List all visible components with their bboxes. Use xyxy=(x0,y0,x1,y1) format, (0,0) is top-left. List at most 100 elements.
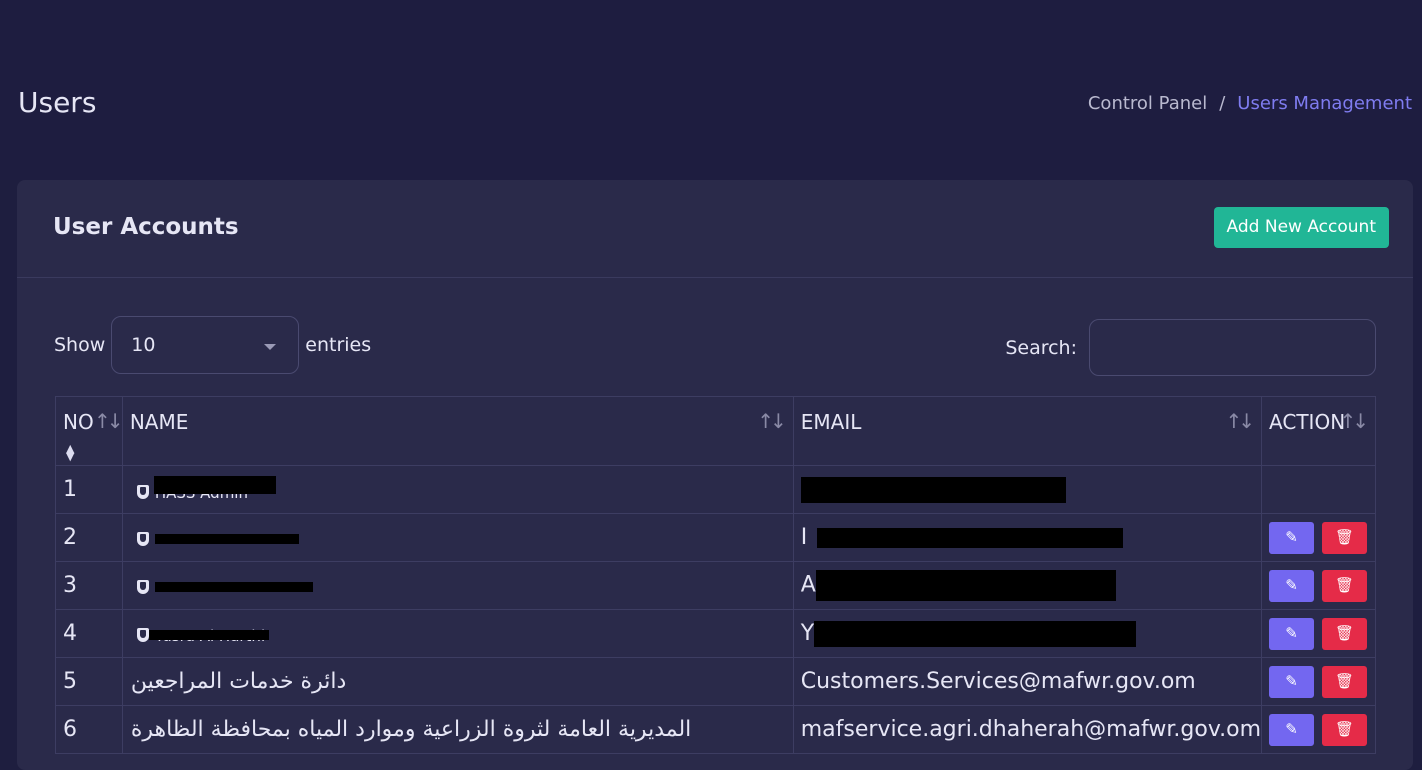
column-header-action[interactable]: ACTION ↑↓ xyxy=(1261,396,1376,466)
edit-icon: ✎ xyxy=(1285,624,1298,642)
trash-icon: 🗑 xyxy=(1335,720,1355,738)
page-title: Users xyxy=(18,86,97,119)
row-number: 3 xyxy=(55,561,123,610)
action-cell: ✎ 🗑 xyxy=(1261,657,1376,706)
table-row: 3 A ✎ 🗑 xyxy=(55,561,1376,610)
user-email-cell xyxy=(792,465,1263,514)
add-new-account-button[interactable]: Add New Account xyxy=(1213,207,1389,248)
users-table: NO ↑↓ ▲ ▼ NAME ↑↓ EMAIL ↑↓ ACTION ↑↓ 1 2… xyxy=(55,396,1376,754)
action-cell: ✎ 🗑 xyxy=(1261,513,1376,562)
entries-label: entries xyxy=(305,334,372,356)
card-title: User Accounts xyxy=(53,214,239,240)
column-header-name[interactable]: NAME ↑↓ xyxy=(121,396,794,466)
user-name-cell: دائرة خدمات المراجعين xyxy=(121,657,794,706)
edit-button[interactable]: ✎ xyxy=(1269,665,1315,698)
delete-button[interactable]: 🗑 xyxy=(1322,569,1368,602)
redaction-block xyxy=(815,570,1116,601)
sort-icon: ↑↓ xyxy=(1339,409,1368,433)
edit-icon: ✎ xyxy=(1285,528,1298,546)
user-email: Customers.Services@mafwr.gov.om xyxy=(800,669,1196,694)
row-number: 4 xyxy=(55,609,123,658)
table-header-row: NO ↑↓ ▲ ▼ NAME ↑↓ EMAIL ↑↓ ACTION ↑↓ xyxy=(55,396,1376,466)
action-cell: ✎ 🗑 xyxy=(1261,609,1376,658)
page-length-select[interactable]: 10 xyxy=(111,316,300,374)
user-name-cell: Yusra Al Harthi xyxy=(121,609,794,658)
column-header-no[interactable]: NO ↑↓ ▲ ▼ xyxy=(55,396,123,466)
search-input[interactable] xyxy=(1089,319,1376,376)
shield-icon xyxy=(136,531,149,546)
user-email: mafservice.agri.dhaherah@mafwr.gov.om xyxy=(800,717,1262,742)
search-label: Search: xyxy=(1005,336,1077,359)
user-email-cell: mafservice.agri.dhaherah@mafwr.gov.om xyxy=(792,705,1263,754)
user-email: A xyxy=(800,572,816,598)
redaction-block xyxy=(817,528,1124,548)
row-number: 1 xyxy=(55,465,123,514)
column-header-action-label: ACTION xyxy=(1269,410,1346,434)
page-length-control: Show 10 entries xyxy=(54,316,371,374)
user-email-cell: Customers.Services@mafwr.gov.om xyxy=(792,657,1263,706)
user-email-cell: I xyxy=(792,513,1263,562)
edit-icon: ✎ xyxy=(1285,720,1298,738)
redaction-block xyxy=(814,620,1137,647)
breadcrumb-separator: / xyxy=(1219,93,1226,114)
chevron-down-icon xyxy=(264,344,277,350)
edit-button[interactable]: ✎ xyxy=(1269,713,1315,746)
column-header-name-label: NAME xyxy=(129,410,189,434)
breadcrumb-control-panel[interactable]: Control Panel xyxy=(1088,93,1207,114)
trash-icon: 🗑 xyxy=(1335,624,1355,642)
action-cell: ✎ 🗑 xyxy=(1261,561,1376,610)
user-email: I xyxy=(800,525,808,550)
row-number: 6 xyxy=(55,705,123,754)
shield-icon xyxy=(136,485,149,499)
user-accounts-card: User Accounts Add New Account Show 10 en… xyxy=(17,180,1413,770)
redaction-block xyxy=(154,534,299,544)
user-name-cell xyxy=(121,513,794,562)
table-row: 5 دائرة خدمات المراجعين Customers.Servic… xyxy=(55,657,1376,706)
edit-icon: ✎ xyxy=(1285,672,1298,690)
column-header-email-label: EMAIL xyxy=(800,410,862,434)
sort-icon: ↑↓ xyxy=(757,409,786,433)
sort-both-icon: ▲ ▼ xyxy=(66,442,75,463)
breadcrumb-users-management: Users Management xyxy=(1237,93,1412,114)
show-label: Show xyxy=(54,334,106,356)
user-email: Y xyxy=(800,620,815,646)
table-row: 2 I ✎ 🗑 xyxy=(55,513,1376,562)
page-length-value: 10 xyxy=(131,334,156,356)
trash-icon: 🗑 xyxy=(1335,528,1355,546)
edit-button[interactable]: ✎ xyxy=(1269,569,1315,602)
shield-icon xyxy=(136,627,149,642)
user-email-cell: Y xyxy=(792,609,1263,658)
edit-button[interactable]: ✎ xyxy=(1269,617,1315,650)
table-row: 4 Yusra Al Harthi Y ✎ 🗑 xyxy=(55,609,1376,658)
table-row: 1 HASS Admin xyxy=(55,465,1376,514)
user-name: المديرية العامة لثروة الزراعية وموارد ال… xyxy=(130,717,692,742)
user-email-cell: A xyxy=(792,561,1263,610)
card-header: User Accounts Add New Account xyxy=(17,180,1413,278)
row-number: 5 xyxy=(55,657,123,706)
user-name-cell: المديرية العامة لثروة الزراعية وموارد ال… xyxy=(121,705,794,754)
search-control: Search: xyxy=(1005,319,1376,376)
delete-button[interactable]: 🗑 xyxy=(1322,665,1368,698)
redaction-block xyxy=(800,476,1066,503)
shield-icon xyxy=(136,579,149,594)
redaction-block xyxy=(154,582,313,592)
column-header-no-label: NO xyxy=(63,410,94,434)
delete-button[interactable]: 🗑 xyxy=(1322,521,1368,554)
table-row: 6 المديرية العامة لثروة الزراعية وموارد … xyxy=(55,705,1376,754)
user-name: دائرة خدمات المراجعين xyxy=(130,669,347,694)
user-name-cell: HASS Admin xyxy=(121,465,794,514)
sort-icon: ↑↓ xyxy=(94,409,123,433)
edit-button[interactable]: ✎ xyxy=(1269,521,1315,554)
page-header: Users Control Panel / Users Management xyxy=(0,0,1422,180)
trash-icon: 🗑 xyxy=(1335,576,1355,594)
sort-icon: ↑↓ xyxy=(1225,409,1255,433)
column-header-email[interactable]: EMAIL ↑↓ xyxy=(792,396,1263,466)
delete-button[interactable]: 🗑 xyxy=(1322,617,1368,650)
delete-button[interactable]: 🗑 xyxy=(1322,713,1368,746)
action-cell: ✎ 🗑 xyxy=(1261,705,1376,754)
action-cell xyxy=(1261,465,1376,514)
row-number: 2 xyxy=(55,513,123,562)
redaction-block xyxy=(154,476,277,494)
trash-icon: 🗑 xyxy=(1335,672,1355,690)
edit-icon: ✎ xyxy=(1285,576,1298,594)
